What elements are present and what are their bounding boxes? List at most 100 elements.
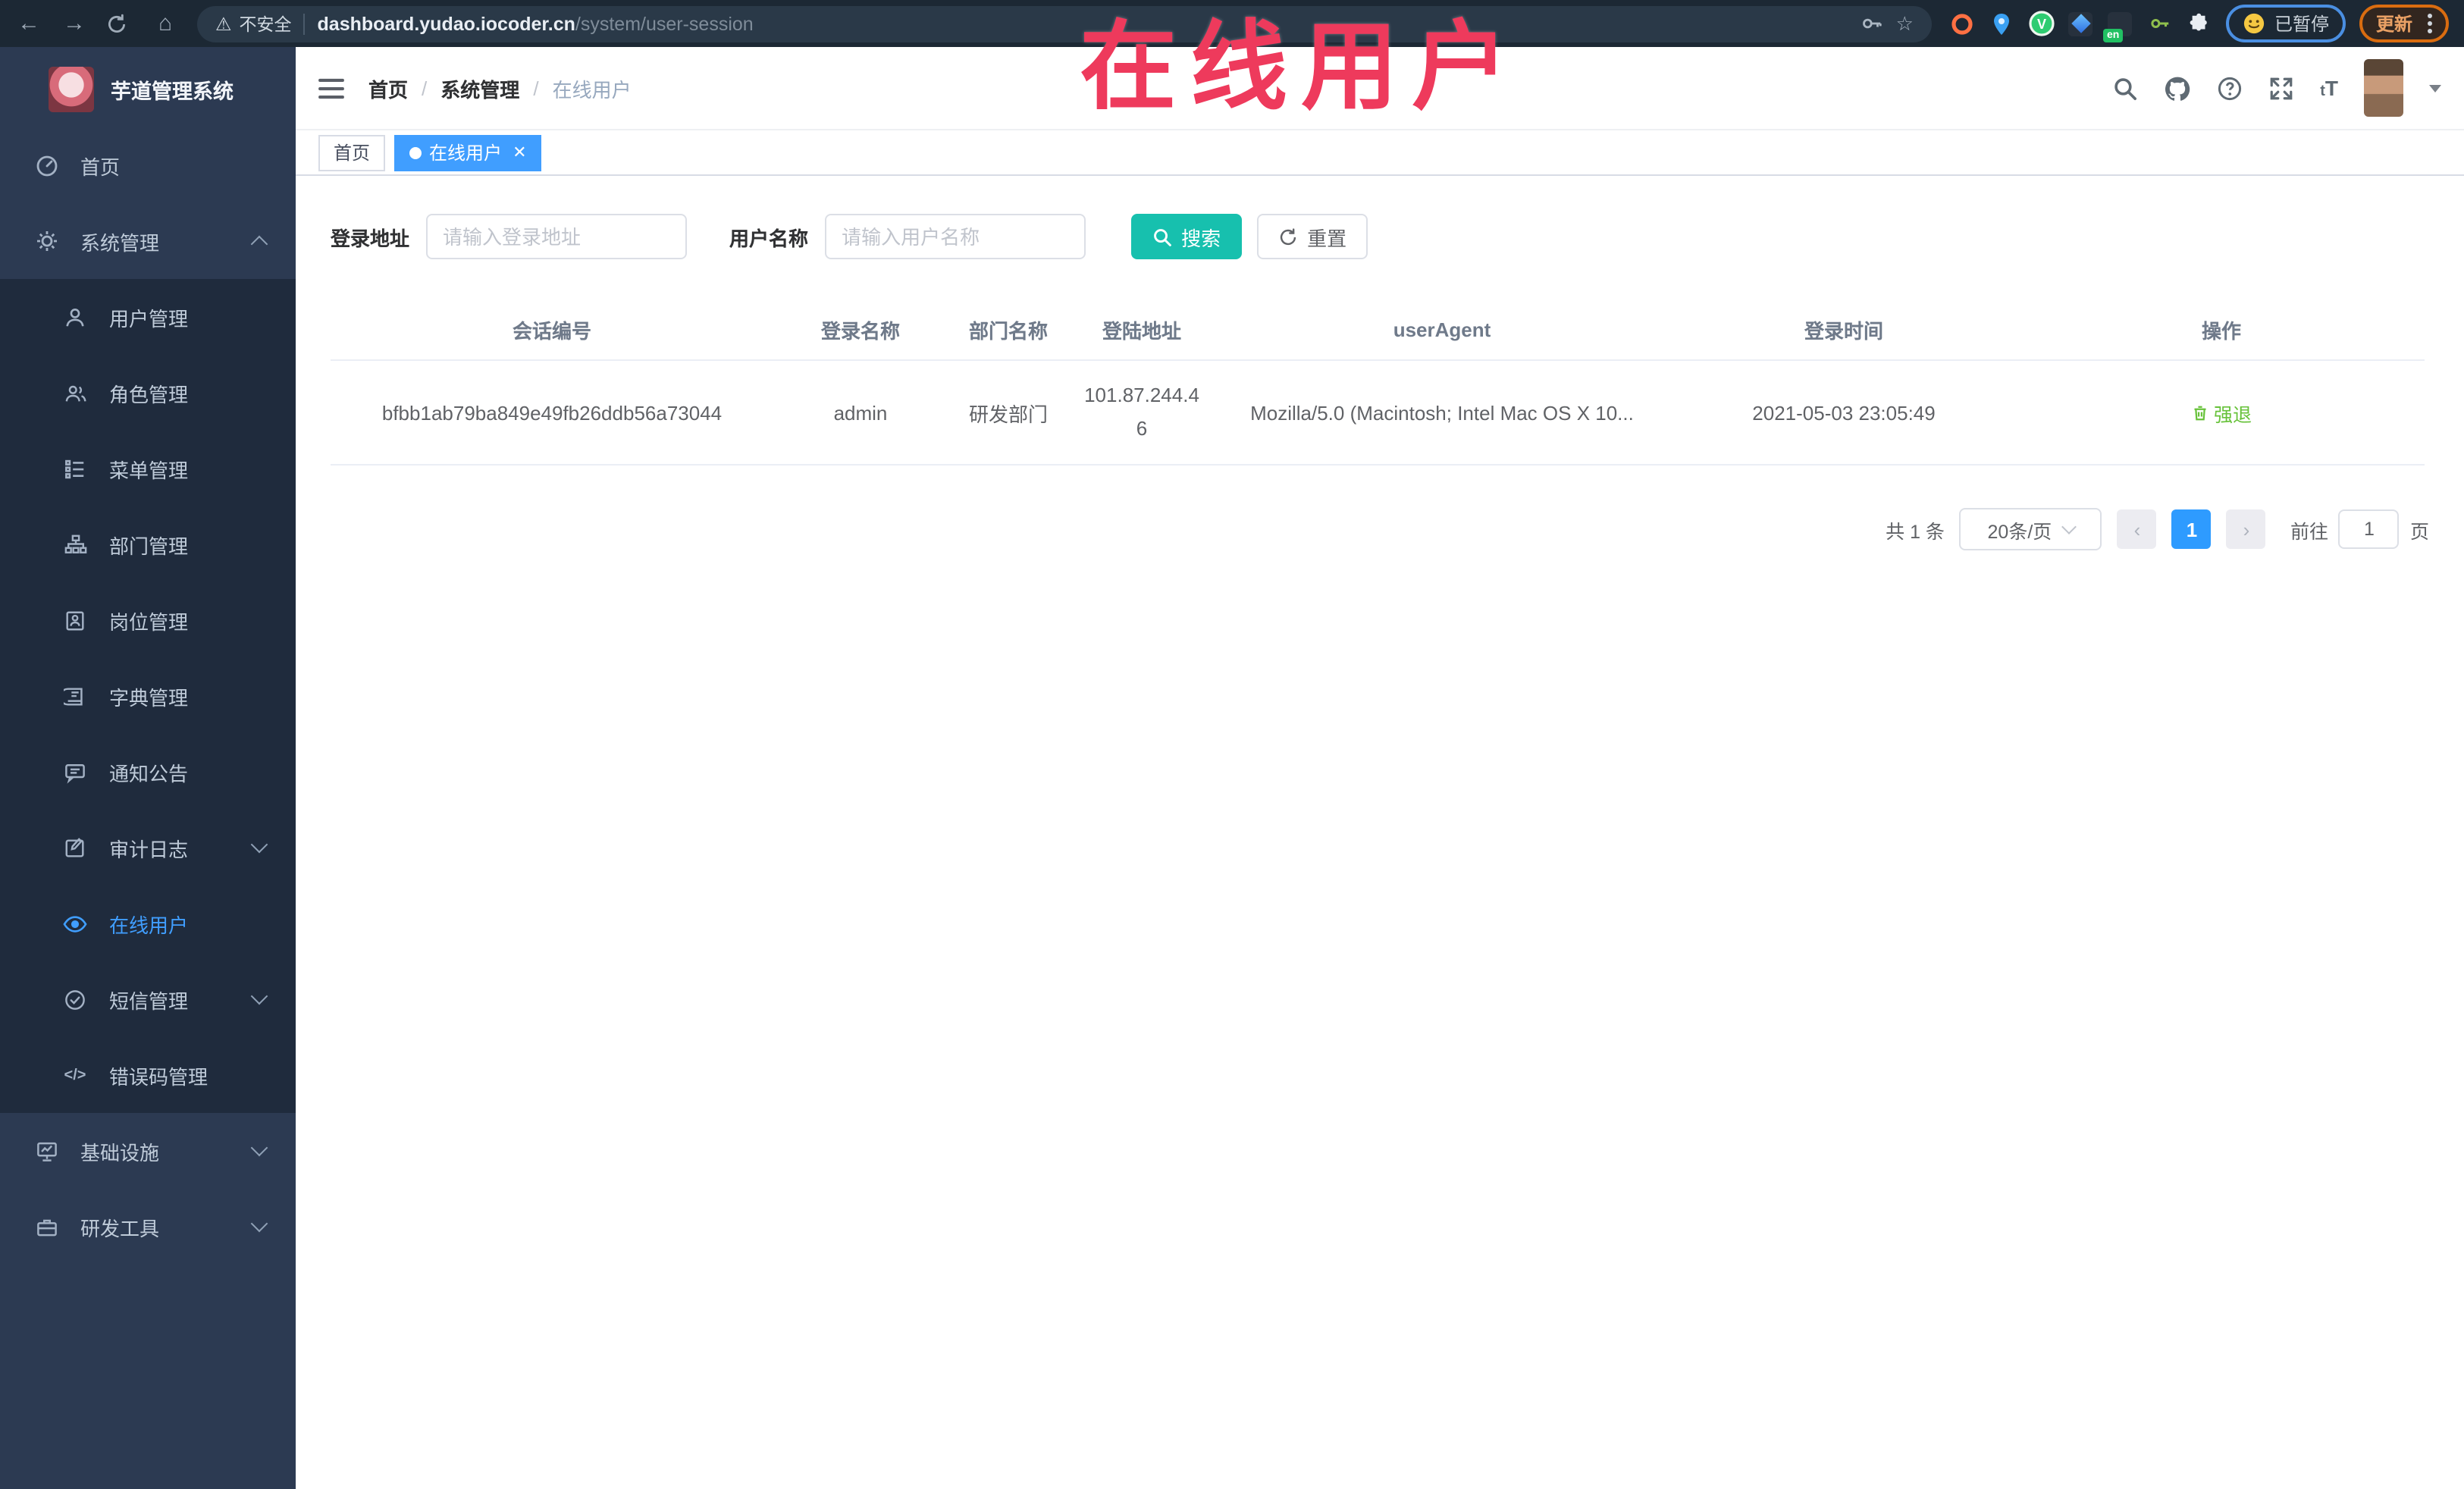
search-button[interactable]: 搜索 xyxy=(1131,214,1243,259)
close-icon[interactable]: ✕ xyxy=(513,143,526,162)
header-actions: tT xyxy=(2112,59,2441,117)
github-icon[interactable] xyxy=(2164,75,2191,101)
chevron-down-icon xyxy=(250,1215,268,1233)
sidebar-item-label: 岗位管理 xyxy=(109,610,189,633)
table-header-row: 会话编号 登录名称 部门名称 登陆地址 userAgent 登录时间 操作 xyxy=(331,299,2425,361)
extension-blue-pin-icon[interactable] xyxy=(1989,11,2015,36)
reset-button[interactable]: 重置 xyxy=(1257,214,1368,259)
goto-page-input[interactable] xyxy=(2338,509,2400,549)
main-content: 登录地址 用户名称 搜索 重置 会话编号 登录名称 部门名称 登陆地址 user… xyxy=(296,177,2464,1489)
sidebar-item-notice[interactable]: 通知公告 xyxy=(0,734,296,810)
font-size-icon[interactable]: tT xyxy=(2320,76,2338,100)
sidebar-item-infrastructure[interactable]: 基础设施 xyxy=(0,1113,296,1189)
sidebar-item-menu-management[interactable]: 菜单管理 xyxy=(0,431,296,506)
page-size-select[interactable]: 20条/页 xyxy=(1959,508,2102,550)
chevron-down-icon xyxy=(250,835,268,854)
chevron-down-icon xyxy=(2061,519,2077,534)
help-icon[interactable] xyxy=(2217,75,2243,101)
dictionary-icon xyxy=(62,685,88,707)
url-host: dashboard.yudao.iocoder.cn xyxy=(317,13,575,34)
key-icon[interactable] xyxy=(1861,12,1884,35)
sidebar-item-sms-management[interactable]: 短信管理 xyxy=(0,961,296,1037)
refresh-icon xyxy=(1280,227,1296,245)
smiley-icon xyxy=(2243,13,2265,34)
extensions-puzzle-icon[interactable] xyxy=(2187,11,2212,36)
next-page-button[interactable]: › xyxy=(2226,509,2266,549)
tab-label: 首页 xyxy=(334,143,371,164)
login-address-input[interactable] xyxy=(426,214,688,259)
extension-green-key-icon[interactable] xyxy=(2147,11,2173,36)
prev-page-button[interactable]: ‹ xyxy=(2117,509,2157,549)
back-icon[interactable]: ← xyxy=(15,12,42,35)
home-icon[interactable]: ⌂ xyxy=(152,12,179,35)
address-bar[interactable]: ⚠ 不安全 dashboard.yudao.iocoder.cn/system/… xyxy=(197,5,1932,42)
tab-online-users[interactable]: 在线用户 ✕ xyxy=(394,134,542,171)
sidebar-item-dev-tools[interactable]: 研发工具 xyxy=(0,1189,296,1265)
search-icon xyxy=(1154,228,1171,246)
username-input[interactable] xyxy=(825,214,1086,259)
breadcrumb-system[interactable]: 系统管理 xyxy=(440,74,519,102)
extension-orange-ring-icon[interactable] xyxy=(1950,11,1976,36)
sidebar-item-label: 角色管理 xyxy=(109,383,189,406)
profile-paused-chip[interactable]: 已暂停 xyxy=(2225,5,2346,42)
goto-page-group: 前往 页 xyxy=(2290,509,2429,549)
sidebar-item-system-management[interactable]: 系统管理 xyxy=(0,203,296,279)
gear-icon xyxy=(33,229,59,253)
breadcrumb-separator: / xyxy=(422,77,428,99)
url-text[interactable]: dashboard.yudao.iocoder.cn/system/user-s… xyxy=(318,13,1849,34)
total-count: 共 1 条 xyxy=(1886,521,1945,542)
sidebar-item-dept-management[interactable]: 部门管理 xyxy=(0,506,296,582)
code-icon: </> xyxy=(64,1067,86,1083)
column-header: 登录时间 xyxy=(1804,319,1883,342)
breadcrumb-home[interactable]: 首页 xyxy=(368,74,408,102)
sidebar-item-user-management[interactable]: 用户管理 xyxy=(0,279,296,355)
security-warning[interactable]: ⚠ 不安全 xyxy=(215,11,292,36)
login-address-label: 登录地址 xyxy=(331,227,410,249)
table-row: bfbb1ab79ba849e49fb26ddb56a73044 admin 研… xyxy=(331,361,2425,466)
reload-icon[interactable] xyxy=(106,13,133,34)
extension-translate-en-icon[interactable]: en xyxy=(2103,11,2133,42)
session-id-cell: bfbb1ab79ba849e49fb26ddb56a73044 xyxy=(381,401,723,424)
force-logout-label: 强退 xyxy=(2213,404,2252,425)
extension-blue-diamond-icon[interactable] xyxy=(2068,11,2094,36)
tab-home[interactable]: 首页 xyxy=(318,134,386,171)
system-submenu: 用户管理 角色管理 菜单管理 部门管理 岗位管理 字典管理 通知公告 审计日志 … xyxy=(0,279,296,1113)
sidebar-item-label: 基础设施 xyxy=(80,1141,160,1164)
sidebar-item-audit-log[interactable]: 审计日志 xyxy=(0,810,296,886)
sidebar-item-online-users[interactable]: 在线用户 xyxy=(0,886,296,961)
chevron-down-icon xyxy=(250,987,268,1005)
app-logo-row[interactable]: 芋道管理系统 xyxy=(0,47,296,127)
search-icon[interactable] xyxy=(2112,75,2138,101)
bookmark-star-icon[interactable]: ☆ xyxy=(1896,11,1914,36)
force-logout-button[interactable]: 强退 xyxy=(2191,398,2252,427)
sidebar: 芋道管理系统 首页 系统管理 用户管理 角色管理 菜单管理 部门管理 岗位管理 … xyxy=(0,47,296,1489)
sidebar-item-home[interactable]: 首页 xyxy=(0,127,296,203)
column-header: 部门名称 xyxy=(968,319,1048,342)
breadcrumb-current: 在线用户 xyxy=(552,78,632,101)
audit-log-icon xyxy=(62,836,88,859)
dev-tools-icon xyxy=(33,1215,59,1238)
fullscreen-icon[interactable] xyxy=(2268,75,2294,101)
search-button-label: 搜索 xyxy=(1181,227,1221,249)
breadcrumb-separator: / xyxy=(533,77,539,99)
sidebar-item-label: 首页 xyxy=(80,155,121,178)
sidebar-item-label: 用户管理 xyxy=(109,307,189,330)
page-header: 首页 / 系统管理 / 在线用户 tT xyxy=(296,47,2464,130)
login-time-cell: 2021-05-03 23:05:49 xyxy=(1752,401,1936,424)
page-1-button[interactable]: 1 xyxy=(2171,509,2212,549)
avatar[interactable] xyxy=(2364,59,2403,117)
sidebar-item-role-management[interactable]: 角色管理 xyxy=(0,355,296,431)
browser-menu-icon[interactable] xyxy=(2428,14,2432,33)
menu-list-icon xyxy=(62,457,88,480)
forward-icon[interactable]: → xyxy=(61,12,88,35)
sidebar-item-error-code[interactable]: </> 错误码管理 xyxy=(0,1037,296,1113)
sidebar-item-post-management[interactable]: 岗位管理 xyxy=(0,582,296,658)
sidebar-item-dict-management[interactable]: 字典管理 xyxy=(0,658,296,734)
extension-green-v-icon[interactable]: V xyxy=(2029,11,2055,36)
avatar-caret-icon[interactable] xyxy=(2429,84,2441,92)
user-agent-cell: Mozilla/5.0 (Macintosh; Intel Mac OS X 1… xyxy=(1250,401,1634,424)
browser-update-chip[interactable]: 更新 xyxy=(2359,5,2449,42)
hamburger-icon[interactable] xyxy=(318,77,344,99)
sms-icon xyxy=(62,988,88,1011)
goto-label: 前往 xyxy=(2290,521,2328,542)
